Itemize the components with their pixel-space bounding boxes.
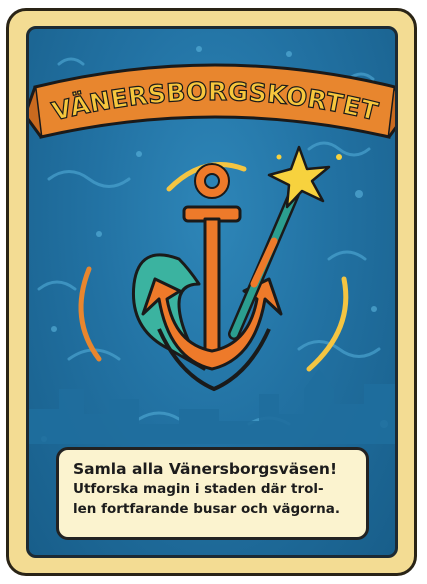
card-body-line: len fortfarande busar och vägorna.	[73, 501, 340, 517]
card-headline: Samla alla Vänersborgsväsen!	[73, 460, 338, 478]
card-text-box: Samla alla Vänersborgsväsen! Utforska ma…	[56, 447, 369, 540]
right-glow-arc	[306, 276, 349, 372]
card-body-line: Utforska magin i staden där trol-	[73, 481, 324, 497]
left-glow-arc	[78, 266, 102, 362]
magic-wand-icon	[228, 188, 300, 340]
sparkle-icon	[267, 145, 342, 209]
town-skyline	[29, 369, 395, 444]
